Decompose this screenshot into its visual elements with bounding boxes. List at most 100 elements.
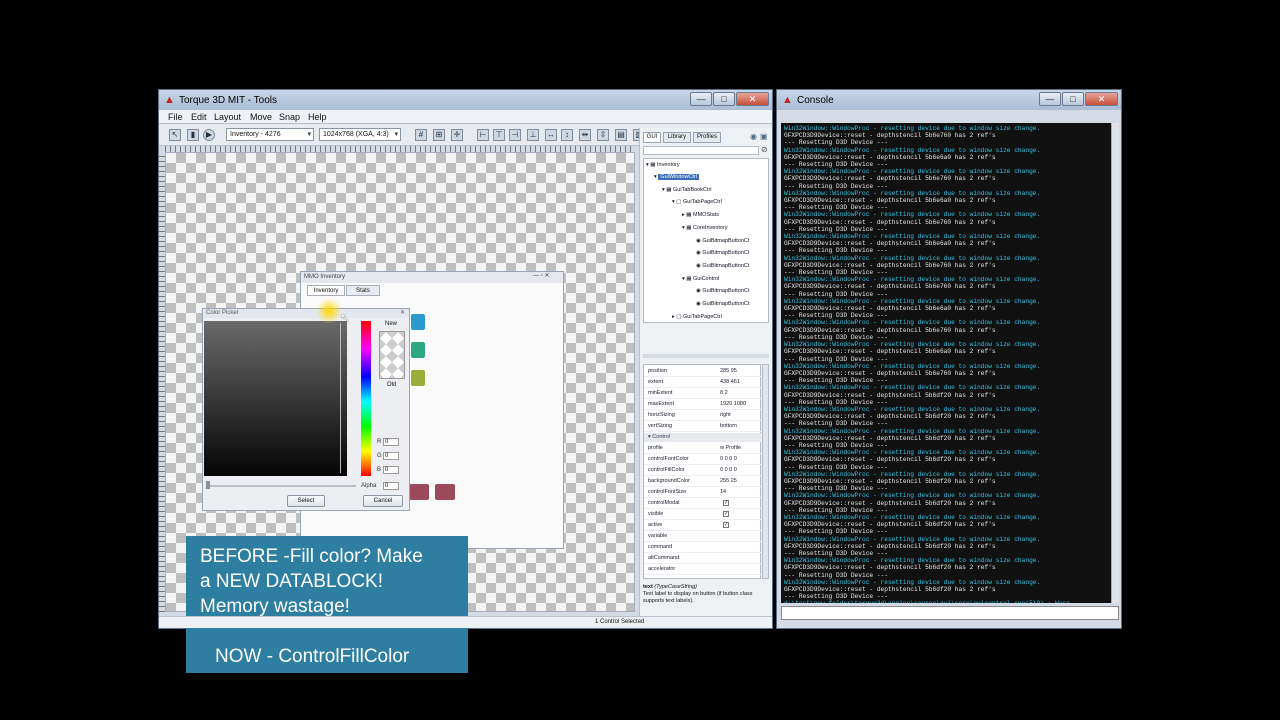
- prop-row[interactable]: position 285 95: [644, 367, 761, 377]
- inventory-slot-5[interactable]: [435, 484, 455, 500]
- prop-row[interactable]: controlFontSize 14: [644, 488, 761, 498]
- tab-profiles[interactable]: Profiles: [693, 132, 721, 143]
- resolution-combo[interactable]: 1024x768 (XGA, 4:3) ▾: [319, 128, 401, 141]
- console-input[interactable]: [781, 606, 1119, 620]
- scene-tree[interactable]: ▾ ▦ Inventory ▾ GuiWindowCtrl ▾ ▦ GuiTab…: [643, 158, 769, 323]
- gui-select-combo[interactable]: Inventory - 4276 ▾: [226, 128, 314, 141]
- menu-move[interactable]: Move: [250, 112, 272, 122]
- prop-row[interactable]: profile w Profile: [644, 444, 761, 454]
- tree-node[interactable]: ◉ GuiBitmapButtonCt: [696, 301, 749, 307]
- menu-help[interactable]: Help: [308, 112, 327, 122]
- menu-snap[interactable]: Snap: [279, 112, 300, 122]
- mmo-window-controls-icon[interactable]: — ▫ ✕: [533, 272, 550, 279]
- hue-slider[interactable]: [361, 321, 371, 476]
- tree-node[interactable]: ▾ ▦ GuiTabBookCtrl: [662, 187, 712, 193]
- g-input[interactable]: 0: [383, 452, 399, 460]
- play-icon[interactable]: ▶: [203, 129, 215, 141]
- maximize-button[interactable]: □: [713, 92, 735, 106]
- saturation-value-area[interactable]: [204, 321, 347, 476]
- color-picker-dialog[interactable]: Color Picker ✕ New Old R 0 G 0 B 0 Alpha…: [202, 308, 410, 511]
- menu-layout[interactable]: Layout: [214, 112, 241, 122]
- r-input[interactable]: 0: [383, 438, 399, 446]
- prop-row[interactable]: command: [644, 543, 761, 553]
- tools-titlebar[interactable]: ▲ Torque 3D MIT - Tools — □ ✕: [159, 90, 772, 110]
- prop-row[interactable]: controlFontColor 0 0 0 0: [644, 455, 761, 465]
- tree-search-input[interactable]: [643, 146, 759, 155]
- center-h-icon[interactable]: ↔: [545, 129, 557, 141]
- palette-icon[interactable]: ▮: [187, 129, 199, 141]
- select-tool-icon[interactable]: ↖: [169, 129, 181, 141]
- gui-canvas[interactable]: MMO Inventory — ▫ ✕ Inventory Stats Colo…: [165, 152, 635, 673]
- cancel-button[interactable]: Cancel: [363, 495, 403, 507]
- minimize-button[interactable]: —: [690, 92, 712, 106]
- prop-row[interactable]: active ✓: [644, 521, 761, 531]
- tree-node[interactable]: ◉ GuiBitmapButtonCt: [696, 263, 749, 269]
- alpha-slider[interactable]: [206, 485, 356, 487]
- prop-row[interactable]: variable: [644, 532, 761, 542]
- menu-file[interactable]: File: [168, 112, 183, 122]
- prop-row[interactable]: minExtent 8 2: [644, 389, 761, 399]
- grid-icon[interactable]: #: [415, 129, 427, 141]
- tree-node[interactable]: ◉ GuiBitmapButtonCt: [696, 288, 749, 294]
- close-icon[interactable]: ✕: [400, 309, 405, 316]
- tree-node[interactable]: ◉ GuiBitmapButtonCt: [696, 250, 749, 256]
- b-input[interactable]: 0: [383, 466, 399, 474]
- close-button[interactable]: ✕: [736, 92, 769, 106]
- property-inspector[interactable]: position 285 95 extent 438 461 minExtent 8 …: [643, 364, 761, 579]
- eye-icon[interactable]: ◉: [750, 132, 757, 141]
- clear-search-icon[interactable]: ⊘: [761, 145, 768, 154]
- tree-node[interactable]: ▾ ▦ CoreInventory: [682, 225, 728, 231]
- mmo-titlebar[interactable]: MMO Inventory — ▫ ✕: [301, 272, 563, 283]
- front-icon[interactable]: ▤: [615, 129, 627, 141]
- tree-horizontal-scrollbar[interactable]: [643, 354, 769, 358]
- minimize-button[interactable]: —: [1039, 92, 1061, 106]
- console-scrollbar[interactable]: [1111, 123, 1119, 603]
- tree-node[interactable]: ▸ ▦ MMOStats: [682, 212, 719, 218]
- prop-row[interactable]: vertSizing bottom: [644, 422, 761, 432]
- prop-row[interactable]: visible ✓: [644, 510, 761, 520]
- tab-library[interactable]: Library: [663, 132, 691, 143]
- align-right-icon[interactable]: ⊣: [509, 129, 521, 141]
- align-left-icon[interactable]: ⊢: [477, 129, 489, 141]
- align-bottom-icon[interactable]: ⊥: [527, 129, 539, 141]
- tree-node[interactable]: ▾ ▦ GuiControl: [682, 276, 719, 282]
- space-h-icon[interactable]: ⇹: [579, 129, 591, 141]
- checkbox[interactable]: ✓: [723, 500, 729, 506]
- snap-grid-icon[interactable]: ⊞: [433, 129, 445, 141]
- space-v-icon[interactable]: ⇳: [597, 129, 609, 141]
- prop-row[interactable]: horizSizing right: [644, 411, 761, 421]
- prop-row[interactable]: altCommand: [644, 554, 761, 564]
- props-scrollbar[interactable]: [762, 364, 769, 579]
- prop-row[interactable]: maxExtent 1920 1080: [644, 400, 761, 410]
- prop-row[interactable]: controlModal ✓: [644, 499, 761, 509]
- snap-center-icon[interactable]: ✛: [451, 129, 463, 141]
- tree-node[interactable]: ▸ ▢ GuiTabPageCtrl: [672, 314, 722, 320]
- inventory-slot-3[interactable]: [411, 370, 425, 386]
- tree-node[interactable]: ◉ GuiBitmapButtonCt: [696, 238, 749, 244]
- alpha-input[interactable]: 0: [383, 482, 399, 490]
- console-titlebar[interactable]: ▲ Console — □ ✕: [777, 90, 1121, 110]
- tab-gui[interactable]: GUI: [643, 132, 661, 143]
- tree-node[interactable]: ▾ ▢ GuiTabPageCtrl: [672, 199, 722, 205]
- select-button[interactable]: Select: [287, 495, 325, 507]
- lock-icon[interactable]: ▣: [760, 132, 768, 141]
- prop-row[interactable]: backgroundColor 255 25: [644, 477, 761, 487]
- menu-edit[interactable]: Edit: [191, 112, 207, 122]
- tab-inventory[interactable]: Inventory: [307, 285, 345, 296]
- section-control[interactable]: ▾ Control: [644, 433, 761, 442]
- checkbox[interactable]: ✓: [723, 522, 729, 528]
- prop-row[interactable]: extent 438 461: [644, 378, 761, 388]
- color-picker-titlebar[interactable]: Color Picker ✕: [203, 309, 409, 318]
- prop-row[interactable]: controlFillColor 0 0 0 0: [644, 466, 761, 476]
- close-button[interactable]: ✕: [1085, 92, 1118, 106]
- tree-node[interactable]: ▾ GuiWindowCtrl: [654, 174, 699, 180]
- center-v-icon[interactable]: ↕: [561, 129, 573, 141]
- maximize-button[interactable]: □: [1062, 92, 1084, 106]
- alpha-slider-thumb[interactable]: [206, 481, 210, 489]
- console-log[interactable]: Win32Window::WindowProc - resetting devi…: [781, 123, 1111, 603]
- align-top-icon[interactable]: ⊤: [493, 129, 505, 141]
- checkbox[interactable]: ✓: [723, 511, 729, 517]
- inventory-slot-4[interactable]: [409, 484, 429, 500]
- prop-row[interactable]: accelerator: [644, 565, 761, 575]
- inventory-slot-2[interactable]: [411, 342, 425, 358]
